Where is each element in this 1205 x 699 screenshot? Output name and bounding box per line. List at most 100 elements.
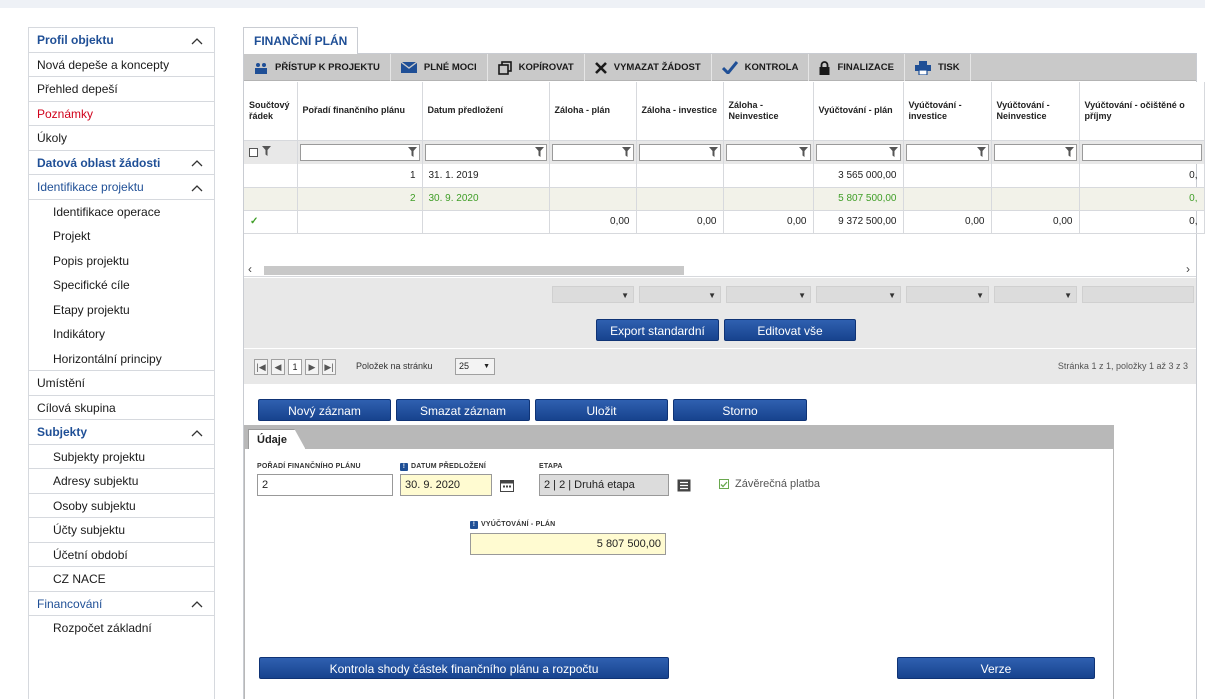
sidebar-item-adresy-subjektu[interactable]: Adresy subjektu	[29, 469, 214, 494]
filter-checkbox[interactable]	[249, 147, 258, 157]
sidebar-header-datova-oblast[interactable]: Datová oblast žádosti	[29, 150, 214, 175]
filter-icon[interactable]	[405, 144, 419, 160]
sidebar-item-horizontalni-principy[interactable]: Horizontální principy	[29, 347, 214, 371]
scroll-right-icon[interactable]: ›	[1186, 262, 1190, 276]
column-header[interactable]: Vyúčtování - plán	[813, 82, 904, 141]
print-button[interactable]: TISK	[905, 54, 971, 81]
calendar-icon[interactable]	[498, 476, 516, 494]
delete-application-button[interactable]: VYMAZAT ŽÁDOST	[585, 54, 712, 81]
horizontal-scrollbar[interactable]: ‹ ›	[244, 262, 1196, 277]
aggregate-dropdown[interactable]	[1082, 286, 1194, 303]
date-field[interactable]: 30. 9. 2020	[400, 474, 492, 496]
list-icon[interactable]	[675, 476, 693, 494]
filter-input[interactable]	[426, 145, 533, 160]
check-button[interactable]: KONTROLA	[712, 54, 810, 81]
order-field[interactable]: 2	[257, 474, 393, 496]
filter-input[interactable]	[727, 145, 797, 160]
column-header[interactable]: Vyúčtování - investice	[903, 82, 992, 141]
scrollbar-thumb[interactable]	[264, 266, 684, 275]
sidebar-header-identifikace-projektu[interactable]: Identifikace projektu	[29, 175, 214, 200]
first-page-icon[interactable]: |◀	[254, 359, 268, 375]
sidebar-item-cilova-skupina[interactable]: Cílová skupina	[29, 396, 214, 420]
sidebar-item-ucty-subjektu[interactable]: Účty subjektu	[29, 518, 214, 543]
filter-icon[interactable]	[619, 144, 633, 160]
sidebar-header-financovani[interactable]: Financování	[29, 592, 214, 616]
chevron-up-icon[interactable]	[190, 28, 204, 52]
filter-icon[interactable]	[262, 145, 271, 159]
new-record-button[interactable]: Nový záznam	[258, 399, 391, 421]
edit-all-button[interactable]: Editovat vše	[724, 319, 856, 341]
sidebar-header-subjekty[interactable]: Subjekty	[29, 420, 214, 445]
delete-record-button[interactable]: Smazat záznam	[396, 399, 530, 421]
filter-input[interactable]	[301, 145, 406, 160]
column-header[interactable]: Vyúčtování - Neinvestice	[991, 82, 1080, 141]
sidebar-item-umisteni[interactable]: Umístění	[29, 371, 214, 396]
aggregate-dropdown[interactable]: ▼	[906, 286, 989, 303]
sidebar-item-identifikace-operace[interactable]: Identifikace operace	[29, 200, 214, 225]
aggregate-dropdown[interactable]: ▼	[639, 286, 721, 303]
stage-field[interactable]: 2 | 2 | Druhá etapa	[539, 474, 669, 496]
finalize-button[interactable]: FINALIZACE	[809, 54, 905, 81]
prev-page-icon[interactable]: ◀	[271, 359, 285, 375]
tab-udaje[interactable]: Údaje	[248, 429, 306, 450]
filter-icon[interactable]	[796, 144, 810, 160]
chevron-up-icon[interactable]	[190, 151, 204, 175]
sidebar-item-etapy-projektu[interactable]: Etapy projektu	[29, 298, 214, 323]
sidebar-item-rozpocet-zakladni[interactable]: Rozpočet základní	[29, 616, 214, 641]
column-header[interactable]: Pořadí finančního plánu	[297, 82, 423, 141]
aggregate-dropdown[interactable]: ▼	[816, 286, 901, 303]
access-project-button[interactable]: PŘÍSTUP K PROJEKTU	[244, 54, 391, 81]
sidebar-item-popis-projektu[interactable]: Popis projektu	[29, 249, 214, 274]
filter-input[interactable]	[995, 145, 1063, 160]
column-header[interactable]: Vyúčtování - očištěné o příjmy	[1079, 82, 1205, 141]
sidebar-item-poznamky[interactable]: Poznámky	[29, 102, 214, 126]
tab-financni-plan[interactable]: FINANČNÍ PLÁN	[243, 27, 359, 54]
scroll-left-icon[interactable]: ‹	[248, 262, 252, 276]
filter-input[interactable]	[640, 145, 707, 160]
save-button[interactable]: Uložit	[535, 399, 668, 421]
chevron-up-icon[interactable]	[190, 592, 204, 616]
last-page-icon[interactable]: ▶|	[322, 359, 336, 375]
cancel-button[interactable]: Storno	[673, 399, 807, 421]
sidebar-item-prehled-depesi[interactable]: Přehled depeší	[29, 77, 214, 102]
sidebar-item-indikatory[interactable]: Indikátory	[29, 322, 214, 347]
sidebar-item-ukoly[interactable]: Úkoly	[29, 126, 214, 151]
column-header[interactable]: Záloha - investice	[636, 82, 724, 141]
sidebar-item-subjekty-projektu[interactable]: Subjekty projektu	[29, 445, 214, 469]
sidebar-item-projekt[interactable]: Projekt	[29, 224, 214, 249]
sidebar-header-profil[interactable]: Profil objektu	[29, 28, 214, 53]
export-standard-button[interactable]: Export standardní	[596, 319, 719, 341]
column-header[interactable]: Záloha - plán	[549, 82, 637, 141]
filter-input[interactable]	[907, 145, 975, 160]
filter-icon[interactable]	[706, 144, 720, 160]
versions-button[interactable]: Verze	[897, 657, 1095, 679]
column-header[interactable]: Záloha - Neinvestice	[723, 82, 814, 141]
aggregate-dropdown[interactable]: ▼	[726, 286, 811, 303]
page-number-input[interactable]: 1	[288, 359, 302, 375]
final-payment-checkbox[interactable]: Závěrečná platba	[719, 478, 820, 490]
column-header[interactable]: Datum předložení	[422, 82, 550, 141]
filter-input[interactable]	[553, 145, 620, 160]
settlement-plan-field[interactable]: 5 807 500,00	[470, 533, 666, 555]
aggregate-dropdown[interactable]: ▼	[994, 286, 1077, 303]
sidebar-item-ucetni-obdobi[interactable]: Účetní období	[29, 543, 214, 567]
sidebar-item-cz-nace[interactable]: CZ NACE	[29, 567, 214, 592]
column-header[interactable]: Součtový řádek	[244, 82, 298, 141]
filter-icon[interactable]	[532, 144, 546, 160]
filter-icon[interactable]	[1062, 144, 1076, 160]
sidebar-item-specificke-cile[interactable]: Specifické cíle	[29, 273, 214, 298]
chevron-up-icon[interactable]	[190, 175, 204, 199]
table-row[interactable]: 1 31. 1. 2019 3 565 000,00 0,	[244, 164, 1205, 188]
chevron-up-icon[interactable]	[190, 420, 204, 444]
aggregate-dropdown[interactable]: ▼	[552, 286, 634, 303]
filter-input[interactable]	[1083, 145, 1201, 160]
copy-button[interactable]: KOPÍROVAT	[488, 54, 585, 81]
filter-icon[interactable]	[974, 144, 988, 160]
check-sums-button[interactable]: Kontrola shody částek finančního plánu a…	[259, 657, 669, 679]
power-of-attorney-button[interactable]: PLNÉ MOCI	[391, 54, 488, 81]
filter-input[interactable]	[817, 145, 887, 160]
sidebar-item-nova-depese[interactable]: Nová depeše a koncepty	[29, 53, 214, 77]
per-page-select[interactable]: 25 ▼	[455, 358, 495, 375]
table-row-sum[interactable]: ✓ 0,00 0,00 0,00 9 372 500,00 0,00 0,00 …	[244, 210, 1205, 234]
filter-icon[interactable]	[886, 144, 900, 160]
